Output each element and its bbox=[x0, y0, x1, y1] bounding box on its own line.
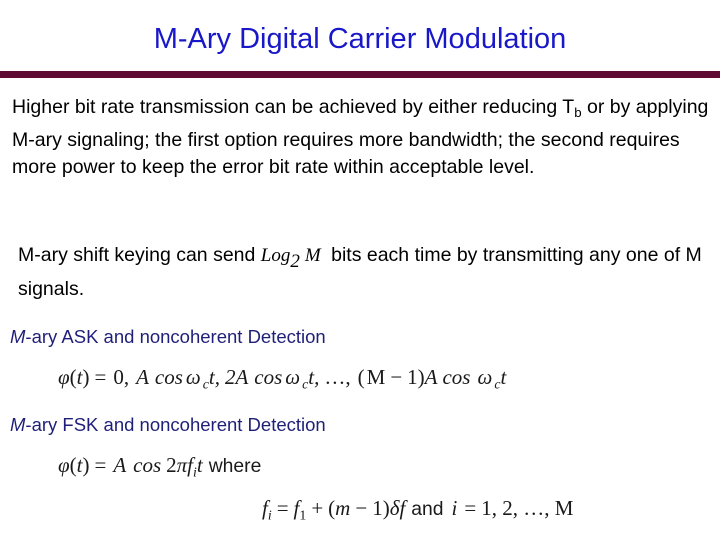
eq2-where-label: where bbox=[208, 456, 262, 477]
eq1-amplitude-a2: A bbox=[424, 365, 438, 389]
eq1-group-open: ( bbox=[357, 365, 365, 389]
eq1-omega-2: ω bbox=[285, 365, 301, 389]
slide-canvas: M-Ary Digital Carrier Modulation Higher … bbox=[0, 0, 720, 540]
symbol-T-subscript: b bbox=[574, 105, 582, 121]
eq1-equals: = bbox=[94, 365, 107, 389]
eq1-ellipsis: …, bbox=[324, 365, 351, 389]
eq1-cos-1: cos bbox=[154, 365, 183, 389]
math-symbol-M: M bbox=[304, 245, 321, 266]
eq1-omega-1: ω bbox=[185, 365, 201, 389]
eq3-plus: + bbox=[311, 496, 324, 520]
page-title: M-Ary Digital Carrier Modulation bbox=[153, 23, 567, 55]
heading-ask-italic-m: M bbox=[10, 326, 26, 347]
eq1-group-close: ) bbox=[417, 365, 425, 389]
equation-ask-phi: φ(t) = 0, Acos ω ct, 2A cos ω ct,…, (M −1)A cos ω ct bbox=[58, 365, 506, 392]
eq3-delta: δ bbox=[389, 496, 400, 520]
eq1-minus: − bbox=[390, 365, 403, 389]
paragraph-1-text-a: Higher bit rate transmission can be achi… bbox=[12, 96, 563, 118]
eq2-t-end: t bbox=[196, 453, 203, 477]
eq1-omega-3: ω bbox=[477, 365, 493, 389]
heading-mary-fsk: M-ary FSK and noncoherent Detection bbox=[10, 414, 326, 436]
paragraph-shift-keying: M-ary shift keying can send Log2 M bits e… bbox=[18, 242, 708, 303]
heading-mary-ask: M-ary ASK and noncoherent Detection bbox=[10, 326, 326, 348]
eq2-phi: φ bbox=[58, 453, 70, 477]
heading-fsk-italic-m: M bbox=[10, 414, 26, 435]
eq3-minus: − bbox=[355, 496, 368, 520]
equation-fsk-frequencies: fi = f1 + (m −1)δf and i = 1, 2, …, M bbox=[262, 496, 573, 523]
eq3-paren-close: ) bbox=[382, 496, 390, 520]
eq2-amplitude-a: A bbox=[113, 453, 127, 477]
heading-ask-rest: -ary ASK and noncoherent Detection bbox=[25, 326, 326, 347]
eq2-pi: π bbox=[176, 453, 188, 477]
eq3-m: m bbox=[335, 496, 351, 520]
eq1-amplitude-a1: A bbox=[136, 365, 149, 389]
eq1-t-2: t, bbox=[308, 365, 320, 389]
heading-fsk-rest: -ary FSK and noncoherent Detection bbox=[25, 414, 326, 435]
eq3-equals-2: = bbox=[464, 496, 477, 520]
eq2-cos: cos bbox=[133, 453, 162, 477]
eq1-phi: φ bbox=[58, 365, 70, 389]
eq1-paren-open: ( bbox=[69, 365, 77, 389]
eq3-and-label: and bbox=[411, 499, 444, 520]
eq1-amplitude-2a: 2A bbox=[224, 365, 249, 389]
title-area: M-Ary Digital Carrier Modulation bbox=[0, 22, 720, 56]
eq3-equals: = bbox=[276, 496, 289, 520]
eq2-equals: = bbox=[94, 453, 107, 477]
eq3-index-i: i bbox=[451, 496, 458, 520]
math-log-subscript: 2 bbox=[290, 251, 300, 273]
eq1-one: 1 bbox=[407, 365, 418, 389]
title-divider-rule bbox=[0, 71, 720, 78]
eq1-t-3: t bbox=[500, 365, 507, 389]
eq2-two: 2 bbox=[166, 453, 177, 477]
math-log: Log bbox=[260, 245, 291, 266]
eq1-cos-2: cos bbox=[254, 365, 283, 389]
eq3-one: 1 bbox=[372, 496, 383, 520]
eq2-paren-open: ( bbox=[69, 453, 77, 477]
eq1-t-1: t, bbox=[208, 365, 220, 389]
paragraph-bit-rate: Higher bit rate transmission can be achi… bbox=[12, 94, 712, 182]
eq1-zero: 0, bbox=[113, 365, 130, 389]
eq1-cos-3: cos bbox=[442, 365, 471, 389]
symbol-T: T bbox=[562, 96, 575, 118]
paragraph-2-text-a: M-ary shift keying can send bbox=[18, 244, 261, 266]
eq1-symbol-M: M bbox=[366, 365, 386, 389]
equation-fsk-phi: φ(t) = Acos 2πfit where bbox=[58, 453, 267, 480]
eq3-index-list: 1, 2, …, M bbox=[481, 496, 574, 520]
